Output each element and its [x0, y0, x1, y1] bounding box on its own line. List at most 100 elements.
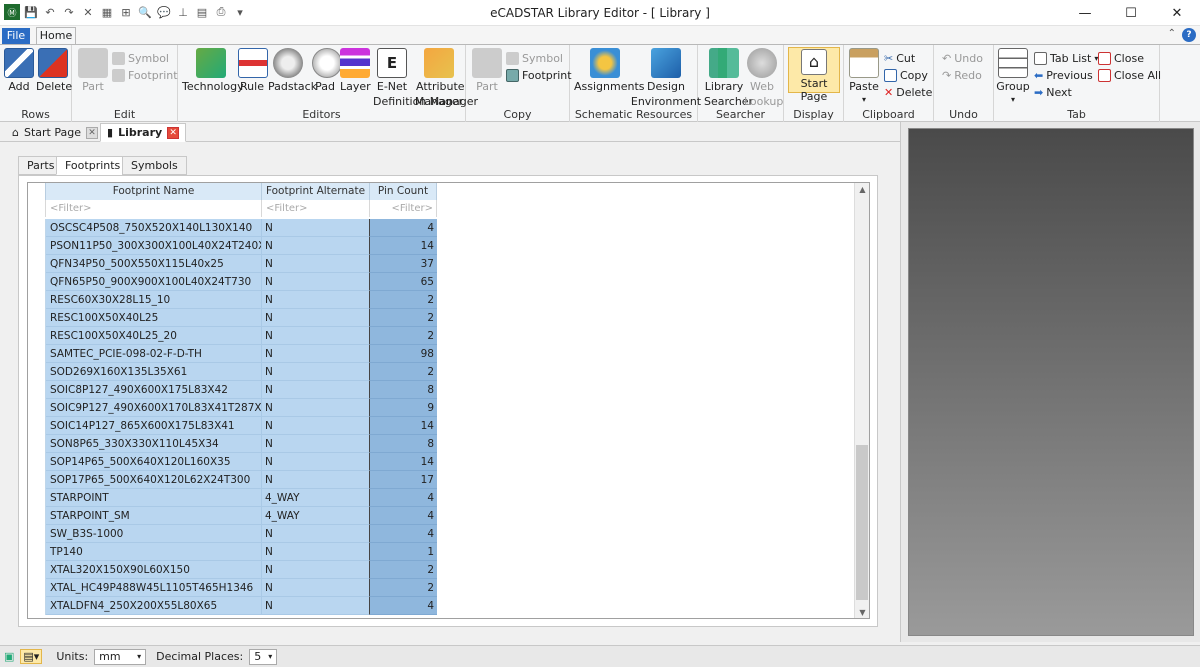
scroll-down-icon[interactable]: ▼ [855, 606, 869, 618]
scroll-thumb[interactable] [856, 445, 868, 600]
footprint-alternate-cell[interactable]: N [262, 381, 370, 399]
footprint-alternate-header[interactable]: Footprint Alternate [262, 183, 370, 200]
table-row[interactable]: PSON11P50_300X300X100L40X24T240X165 N 14 [28, 237, 448, 255]
web-lookup-button[interactable]: Web [744, 48, 780, 93]
pin-count-cell[interactable]: 14 [370, 237, 437, 255]
copy-button[interactable]: Copy [884, 67, 928, 83]
close-button[interactable]: ✕ [1154, 0, 1200, 26]
table-row[interactable]: TP140 N 1 [28, 543, 448, 561]
table-row[interactable]: RESC100X50X40L25_20 N 2 [28, 327, 448, 345]
edit-symbol-button[interactable]: Symbol [112, 50, 169, 66]
footprint-name-cell[interactable]: XTAL_HC49P488W45L1105T465H1346 [46, 579, 262, 597]
row-selector[interactable] [28, 237, 46, 255]
row-selector[interactable] [28, 327, 46, 345]
home-tab[interactable]: Home [36, 27, 76, 44]
paste-button[interactable]: Paste ▾ [848, 48, 880, 106]
undo-button[interactable]: ↶ Undo [942, 50, 983, 66]
row-selector[interactable] [28, 273, 46, 291]
row-selector[interactable] [28, 363, 46, 381]
footprint-name-cell[interactable]: RESC100X50X40L25 [46, 309, 262, 327]
footprint-name-cell[interactable]: SOP17P65_500X640X120L62X24T300 [46, 471, 262, 489]
footprint-alternate-cell[interactable]: N [262, 561, 370, 579]
copy-footprint-button[interactable]: Footprint [506, 67, 572, 83]
footprint-name-cell[interactable]: XTALDFN4_250X200X55L80X65 [46, 597, 262, 615]
file-tab[interactable]: File [2, 28, 30, 44]
footprint-alternate-cell[interactable]: N [262, 417, 370, 435]
close-tab-button[interactable]: Close [1098, 50, 1144, 66]
pin-count-cell[interactable]: 2 [370, 327, 437, 345]
row-selector[interactable] [28, 507, 46, 525]
close-start-page-icon[interactable]: ✕ [85, 126, 98, 139]
footprint-name-header[interactable]: Footprint Name [46, 183, 262, 200]
pin-count-cell[interactable]: 4 [370, 597, 437, 615]
footprint-name-cell[interactable]: QFN34P50_500X550X115L40x25 [46, 255, 262, 273]
row-selector[interactable] [28, 525, 46, 543]
table-row[interactable]: XTALDFN4_250X200X55L80X65 N 4 [28, 597, 448, 615]
pin-count-cell[interactable]: 2 [370, 579, 437, 597]
footprint-alternate-cell[interactable]: N [262, 435, 370, 453]
copy-part-button[interactable]: Part [472, 48, 502, 93]
footprint-name-cell[interactable]: SON8P65_330X330X110L45X34 [46, 435, 262, 453]
table-row[interactable]: XTAL_HC49P488W45L1105T465H1346 N 2 [28, 579, 448, 597]
pin-count-cell[interactable]: 4 [370, 507, 437, 525]
footprint-name-cell[interactable]: RESC60X30X28L15_10 [46, 291, 262, 309]
table-row[interactable]: RESC100X50X40L25 N 2 [28, 309, 448, 327]
group-dropdown-icon[interactable]: ▾ [996, 93, 1030, 106]
pin-count-filter[interactable]: <Filter> [370, 200, 437, 217]
close-all-button[interactable]: Close All [1098, 67, 1161, 83]
row-selector[interactable] [28, 453, 46, 471]
pin-count-cell[interactable]: 4 [370, 489, 437, 507]
rule-button[interactable]: Rule [238, 48, 268, 93]
footprint-preview[interactable] [908, 128, 1194, 636]
row-selector[interactable] [28, 597, 46, 615]
row-selector[interactable] [28, 489, 46, 507]
row-selector[interactable] [28, 345, 46, 363]
pin-count-cell[interactable]: 2 [370, 291, 437, 309]
padstack-button[interactable]: Padstack [268, 48, 317, 93]
table-row[interactable]: SON8P65_330X330X110L45X34 N 8 [28, 435, 448, 453]
row-selector[interactable] [28, 435, 46, 453]
footprint-alternate-cell[interactable]: N [262, 597, 370, 615]
row-selector[interactable] [28, 579, 46, 597]
assignments-button[interactable]: Assignments [574, 48, 645, 93]
footprint-name-cell[interactable]: SOD269X160X135L35X61 [46, 363, 262, 381]
footprint-alternate-filter[interactable]: <Filter> [262, 200, 370, 217]
vertical-scrollbar[interactable]: ▲ ▼ [854, 183, 869, 618]
cut-button[interactable]: ✂ Cut [884, 50, 915, 66]
ribbon-collapse-icon[interactable]: ⌃ [1168, 28, 1176, 39]
footprint-name-cell[interactable]: SOIC14P127_865X600X175L83X41 [46, 417, 262, 435]
view-toggle-icon[interactable]: ▤▾ [20, 649, 43, 664]
footprint-alternate-cell[interactable]: 4_WAY [262, 507, 370, 525]
footprint-name-cell[interactable]: OSCSC4P508_750X520X140L130X140 [46, 219, 262, 237]
copy-symbol-button[interactable]: Symbol [506, 50, 563, 66]
pin-count-cell[interactable]: 98 [370, 345, 437, 363]
footprint-name-filter[interactable]: <Filter> [46, 200, 262, 217]
row-selector[interactable] [28, 561, 46, 579]
help-icon[interactable]: ? [1182, 28, 1196, 42]
footprint-alternate-cell[interactable]: N [262, 291, 370, 309]
row-selector[interactable] [28, 291, 46, 309]
minimize-button[interactable]: — [1062, 0, 1108, 26]
table-row[interactable]: SOP14P65_500X640X120L160X35 N 14 [28, 453, 448, 471]
footprint-alternate-cell[interactable]: N [262, 363, 370, 381]
row-selector-header[interactable] [28, 183, 46, 200]
footprint-name-cell[interactable]: PSON11P50_300X300X100L40X24T240X165 [46, 237, 262, 255]
add-row-button[interactable]: Add [4, 48, 34, 93]
footprint-name-cell[interactable]: SAMTEC_PCIE-098-02-F-D-TH [46, 345, 262, 363]
pin-count-cell[interactable]: 65 [370, 273, 437, 291]
footprint-name-cell[interactable]: TP140 [46, 543, 262, 561]
footprint-name-cell[interactable]: SOIC9P127_490X600X170L83X41T287X202 [46, 399, 262, 417]
row-selector[interactable] [28, 309, 46, 327]
footprint-alternate-cell[interactable]: N [262, 345, 370, 363]
pin-count-cell[interactable]: 2 [370, 561, 437, 579]
row-selector[interactable] [28, 471, 46, 489]
row-selector[interactable] [28, 255, 46, 273]
scroll-up-icon[interactable]: ▲ [855, 183, 869, 197]
pin-count-cell[interactable]: 14 [370, 453, 437, 471]
close-library-icon[interactable]: ✕ [167, 126, 180, 139]
tab-footprints[interactable]: Footprints [56, 156, 130, 175]
footprint-name-cell[interactable]: SW_B3S-1000 [46, 525, 262, 543]
footprint-alternate-cell[interactable]: N [262, 327, 370, 345]
pin-count-cell[interactable]: 8 [370, 381, 437, 399]
redo-button[interactable]: ↷ Redo [942, 67, 982, 83]
